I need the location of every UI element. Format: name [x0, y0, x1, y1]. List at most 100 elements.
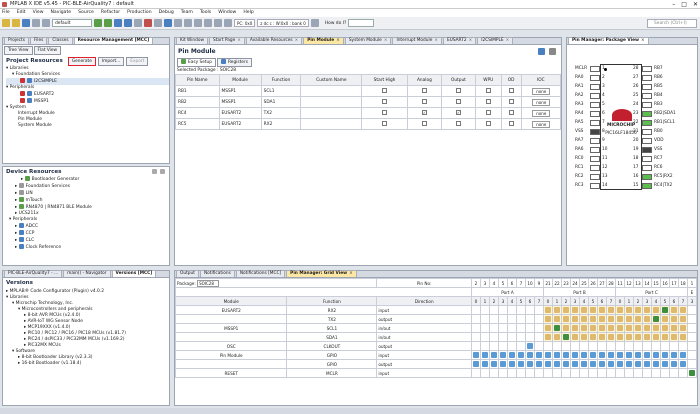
package-pin[interactable]	[590, 102, 600, 108]
unlocked-pin-icon[interactable]	[581, 315, 587, 322]
close-tab-icon[interactable]: ×	[506, 38, 510, 43]
unlocked-pin-icon[interactable]	[554, 333, 560, 340]
unlocked-pin-icon[interactable]	[644, 315, 650, 322]
unlocked-pin-icon[interactable]	[626, 306, 632, 313]
redo-icon[interactable]	[42, 19, 50, 27]
tab-interrupt-module[interactable]: Interrupt Module ×	[392, 37, 442, 44]
tree-system-module[interactable]: System Module	[6, 123, 169, 129]
unlocked-pin-icon[interactable]	[581, 306, 587, 313]
unlocked-pin-icon[interactable]	[680, 306, 686, 313]
analog-checkbox[interactable]	[421, 87, 427, 93]
unlocked-pin-icon[interactable]	[536, 351, 542, 358]
tab-classes[interactable]: Classes	[48, 37, 73, 44]
tree-ccp[interactable]: ▸ CCP	[9, 230, 169, 237]
unlocked-pin-icon[interactable]	[608, 324, 614, 331]
unlocked-pin-icon[interactable]	[599, 351, 605, 358]
minimize-icon[interactable]: –	[672, 0, 675, 9]
locked-pin-icon[interactable]	[662, 306, 668, 313]
unlocked-pin-icon[interactable]	[635, 351, 641, 358]
maximize-icon[interactable]: □	[681, 0, 687, 9]
unlocked-pin-icon[interactable]	[572, 333, 578, 340]
unlocked-pin-icon[interactable]	[608, 306, 614, 313]
package-pin[interactable]	[642, 156, 652, 162]
ioc-select[interactable]: none	[531, 109, 550, 117]
unlocked-pin-icon[interactable]	[473, 351, 479, 358]
unlocked-pin-icon[interactable]	[626, 324, 632, 331]
clean-build-icon[interactable]	[104, 19, 112, 27]
pin-row[interactable]: RB2 MSSP1 SDA1 none	[175, 96, 562, 108]
flat-view-tab[interactable]: Flat View	[33, 46, 62, 55]
output-checkbox[interactable]: ✓	[455, 110, 461, 115]
unlocked-pin-icon[interactable]	[680, 351, 686, 358]
unlocked-pin-icon[interactable]	[662, 315, 668, 322]
column-header[interactable]: Analog	[406, 74, 442, 86]
analog-checkbox[interactable]: ✓	[421, 110, 427, 115]
tab-system-module[interactable]: System Module ×	[344, 37, 392, 44]
tab-start-page[interactable]: Start Page ×	[209, 37, 245, 44]
unlocked-pin-icon[interactable]	[671, 360, 677, 367]
package-pin[interactable]	[590, 75, 600, 81]
wpu-checkbox[interactable]	[485, 120, 491, 126]
tab-output[interactable]: Output	[176, 270, 199, 277]
locked-pin-icon[interactable]	[563, 333, 569, 340]
ver-16bit-boot[interactable]: ▸ 16-bit Bootloader (v1.18.4)	[6, 361, 169, 367]
menu-file[interactable]: File	[2, 9, 10, 17]
unlocked-pin-icon[interactable]	[500, 351, 506, 358]
package-pin[interactable]	[590, 111, 600, 117]
column-header[interactable]: WPU	[474, 74, 502, 86]
tab-projects[interactable]: Projects	[4, 37, 29, 44]
tab-package-view[interactable]: Pin Manager: Package View ×	[568, 37, 649, 44]
menu-team[interactable]: Team	[181, 9, 193, 17]
unlocked-pin-icon[interactable]	[545, 351, 551, 358]
unlocked-pin-icon[interactable]	[509, 351, 515, 358]
unlocked-pin-icon[interactable]	[527, 351, 533, 358]
build-icon[interactable]	[94, 19, 102, 27]
dashboard-icon[interactable]	[174, 19, 182, 27]
unlocked-pin-icon[interactable]	[653, 306, 659, 313]
unlocked-pin-icon[interactable]	[680, 333, 686, 340]
unlocked-pin-icon[interactable]	[608, 360, 614, 367]
tab-i2csimple[interactable]: I2CSIMPLE ×	[477, 37, 514, 44]
package-pin[interactable]	[642, 102, 652, 108]
unlocked-pin-icon[interactable]	[671, 315, 677, 322]
read-device-icon[interactable]	[154, 19, 162, 27]
unlocked-pin-icon[interactable]	[662, 351, 668, 358]
debug-icon[interactable]	[124, 19, 132, 27]
pin-row[interactable]: RC4 EUSART2 TX2 ✓ ✓ none	[175, 107, 562, 119]
package-pin[interactable]	[642, 66, 652, 72]
hold-reset-icon[interactable]	[144, 19, 152, 27]
unlocked-pin-icon[interactable]	[608, 333, 614, 340]
unlocked-pin-icon[interactable]	[617, 333, 623, 340]
unlocked-pin-icon[interactable]	[617, 324, 623, 331]
unlocked-pin-icon[interactable]	[572, 324, 578, 331]
config-select[interactable]: default	[52, 19, 92, 27]
analog-checkbox[interactable]	[421, 120, 427, 126]
tree-rn4870[interactable]: ▸ RN4870 | RN4871 BLE Module	[9, 204, 169, 211]
step-out-icon[interactable]	[214, 19, 222, 27]
column-header[interactable]: Output	[440, 74, 476, 86]
unlocked-pin-icon[interactable]	[671, 333, 677, 340]
unlocked-pin-icon[interactable]	[626, 360, 632, 367]
unlocked-pin-icon[interactable]	[617, 306, 623, 313]
tree-clc[interactable]: ▸ CLC	[9, 237, 169, 244]
tree-view-tab[interactable]: Tree View	[4, 46, 33, 55]
menu-debug[interactable]: Debug	[159, 9, 174, 17]
output-checkbox[interactable]	[455, 87, 461, 93]
analog-checkbox[interactable]	[421, 98, 427, 104]
unlocked-pin-icon[interactable]	[500, 360, 506, 367]
pin-row[interactable]: RB1 MSSP1 SCL1 none	[175, 85, 562, 97]
start-high-checkbox[interactable]	[382, 120, 388, 126]
import-button[interactable]: Import...	[97, 56, 125, 66]
column-header[interactable]: Start High	[361, 74, 408, 86]
easy-setup-tab[interactable]: Easy Setup	[177, 58, 217, 67]
package-pin[interactable]	[590, 174, 600, 180]
menu-refactor[interactable]: Refactor	[101, 9, 120, 17]
package-pin[interactable]	[590, 138, 600, 144]
custom-name-field[interactable]	[300, 118, 363, 130]
unlocked-pin-icon[interactable]	[644, 360, 650, 367]
unlocked-pin-icon[interactable]	[635, 315, 641, 322]
tab-eusart2[interactable]: EUSART2 ×	[442, 37, 477, 44]
unlocked-pin-icon[interactable]	[581, 360, 587, 367]
unlocked-pin-icon[interactable]	[527, 342, 533, 349]
package-pin[interactable]	[590, 120, 600, 126]
